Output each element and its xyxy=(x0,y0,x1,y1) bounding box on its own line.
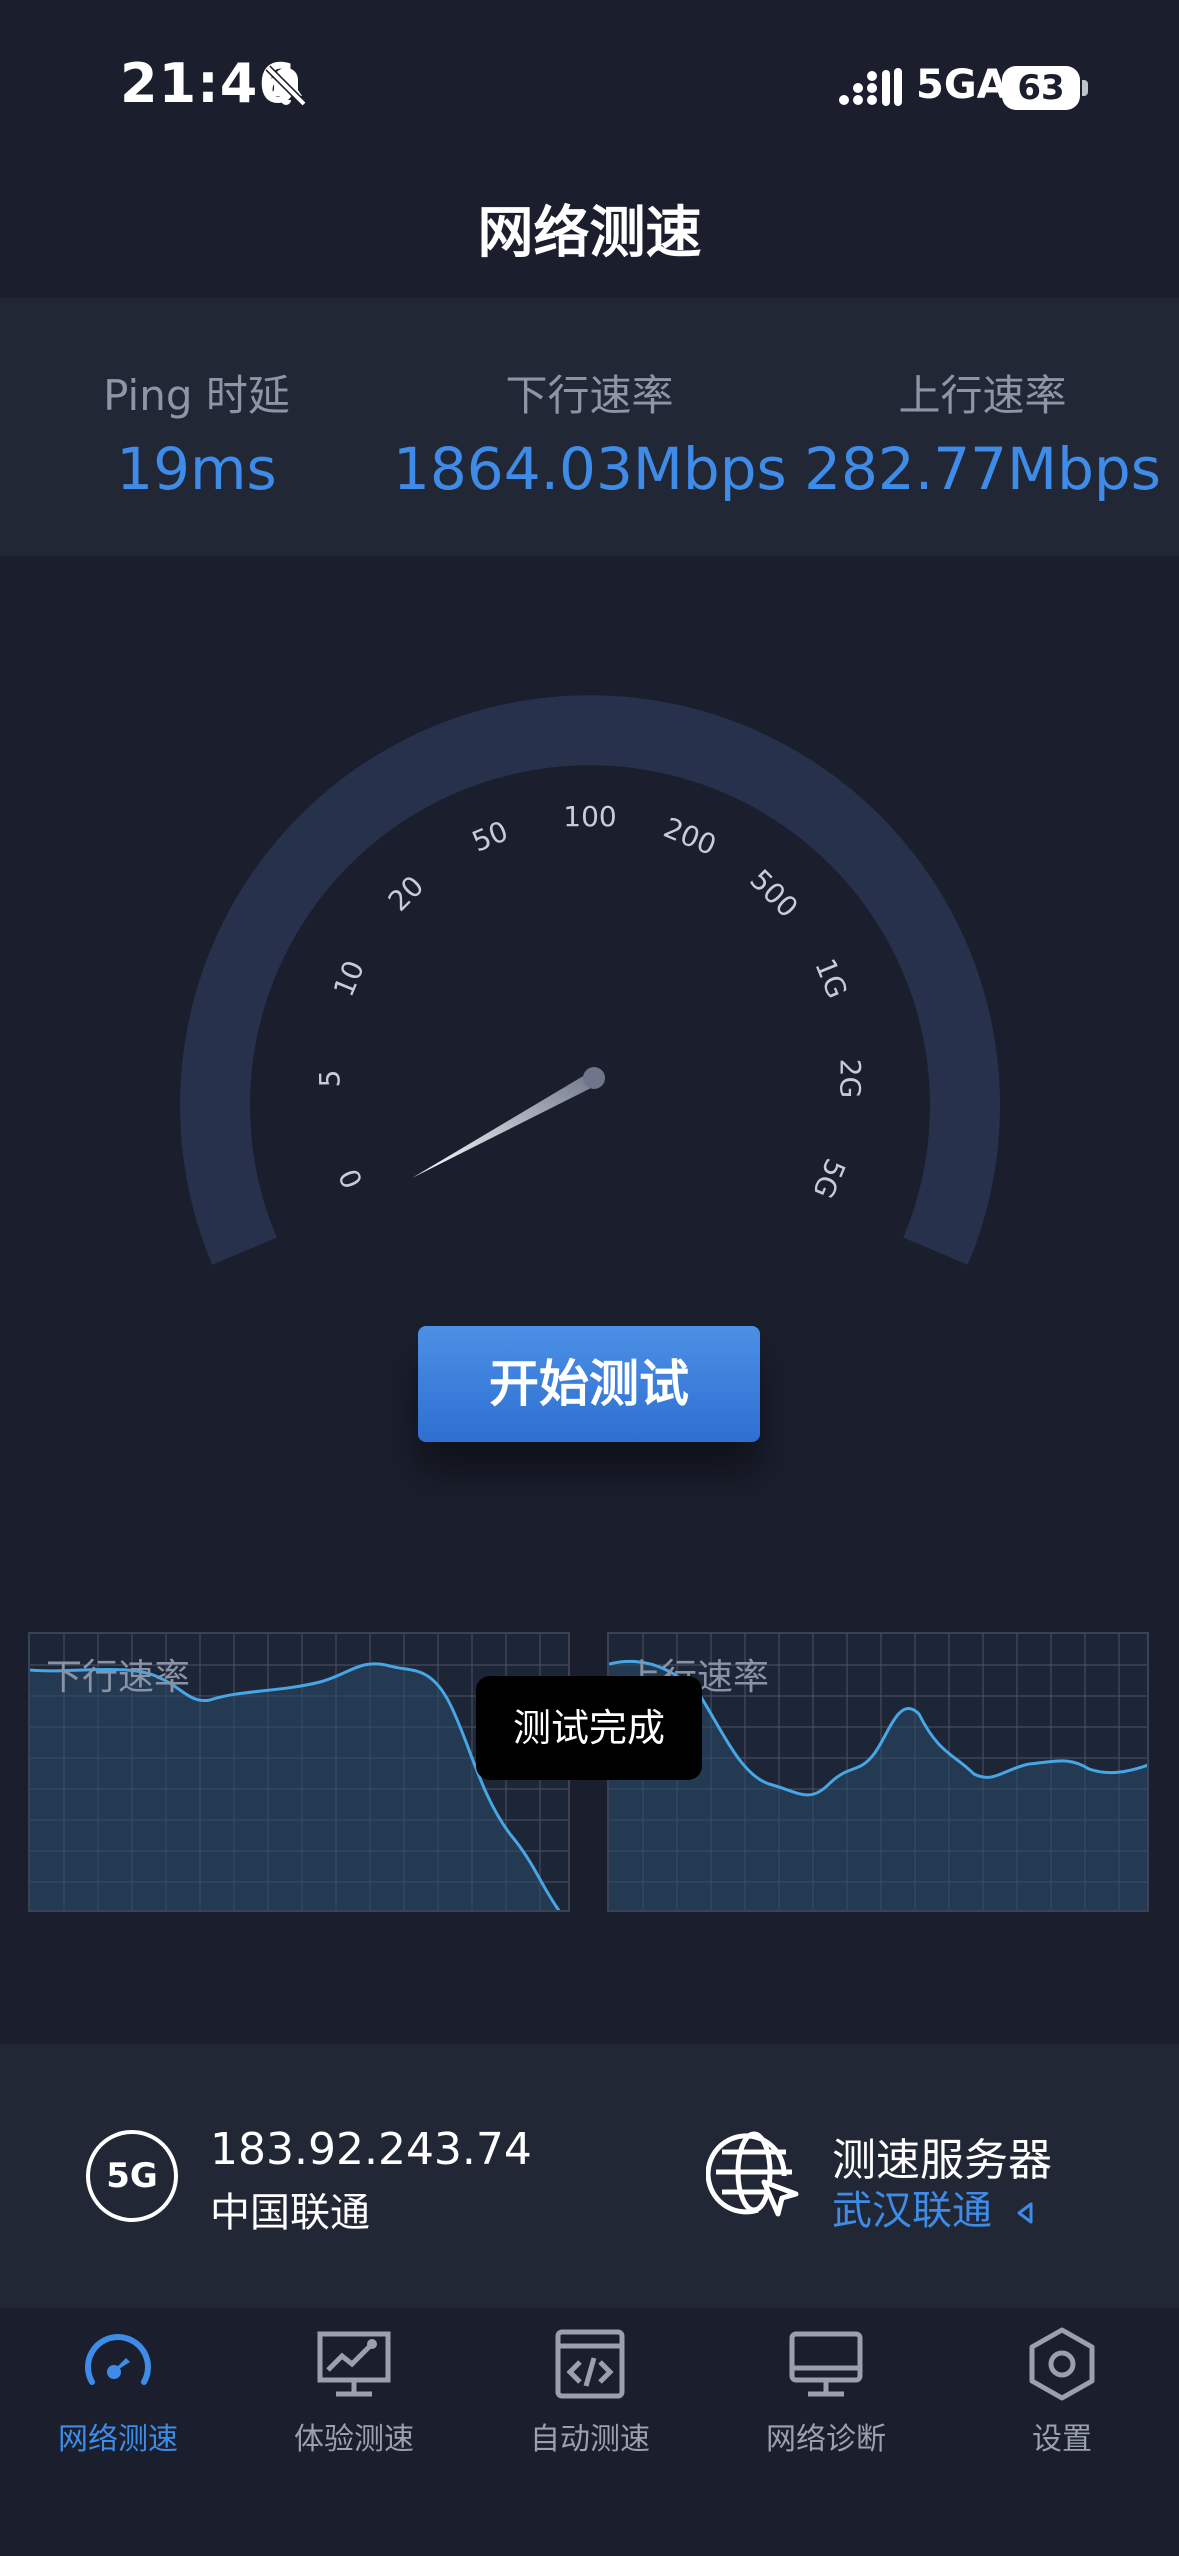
gauge-needle xyxy=(412,1072,599,1178)
gauge-needle-hub xyxy=(583,1067,605,1089)
server-name: 武汉联通 xyxy=(832,2188,992,2234)
ip-address: 183.92.243.74 xyxy=(210,2124,532,2175)
gauge-svg xyxy=(180,695,1000,1265)
ping-value: 19ms xyxy=(116,435,277,503)
code-window-icon xyxy=(555,2329,625,2399)
download-stat: 下行速率 1864.03Mbps xyxy=(393,362,787,503)
monitor-icon xyxy=(789,2331,863,2397)
download-chart-label: 下行速率 xyxy=(46,1657,191,1698)
hexagon-gear-icon xyxy=(1029,2327,1095,2401)
tab-network-speed[interactable]: 网络测速 xyxy=(0,2324,236,2458)
tab-network-diagnosis[interactable]: 网络诊断 xyxy=(708,2324,944,2458)
tab-settings[interactable]: 设置 xyxy=(944,2324,1179,2458)
bell-muted-icon xyxy=(265,65,307,107)
stats-panel: Ping 时延 19ms 下行速率 1864.03Mbps 上行速率 282.7… xyxy=(0,298,1179,556)
gauge-tick-label: 5 xyxy=(313,1069,347,1088)
globe-cursor-icon[interactable] xyxy=(706,2124,802,2220)
download-label: 下行速率 xyxy=(505,371,674,420)
tab-experience-speed[interactable]: 体验测速 xyxy=(236,2324,472,2458)
tab-label-experience-speed: 体验测速 xyxy=(294,2422,414,2457)
battery-icon: 63 xyxy=(1002,66,1080,110)
chart-monitor-icon xyxy=(317,2331,391,2397)
upload-label: 上行速率 xyxy=(898,371,1067,420)
tab-label-network-speed: 网络测速 xyxy=(58,2422,178,2457)
network-5g-badge: 5G xyxy=(86,2130,178,2222)
tab-label-auto-speed: 自动测速 xyxy=(530,2422,650,2457)
gauge-tick-label: 100 xyxy=(563,800,617,833)
download-value: 1864.03Mbps xyxy=(393,435,787,503)
tab-auto-speed[interactable]: 自动测速 xyxy=(472,2324,708,2458)
start-test-button[interactable]: 开始测试 xyxy=(418,1326,760,1442)
ping-stat: Ping 时延 19ms xyxy=(0,362,393,503)
battery-tip xyxy=(1082,80,1088,96)
network-type: 5GA xyxy=(916,62,1008,108)
toast-test-complete: 测试完成 xyxy=(476,1676,702,1780)
upload-value: 282.77Mbps xyxy=(804,435,1161,503)
upload-stat: 上行速率 282.77Mbps xyxy=(786,362,1179,503)
caret-left-icon xyxy=(1017,2202,1033,2224)
speed-gauge: 0 5 10 20 50 100 200 500 1G 2G 5G xyxy=(180,680,1000,1300)
isp-name: 中国联通 xyxy=(210,2190,370,2236)
gauge-tick-label: 2G xyxy=(833,1058,867,1099)
ping-label: Ping 时延 xyxy=(103,371,290,420)
tab-label-settings: 设置 xyxy=(1032,2422,1092,2457)
server-selector[interactable]: 武汉联通 xyxy=(832,2178,1035,2236)
signal-icon xyxy=(839,68,902,106)
tab-label-network-diagnosis: 网络诊断 xyxy=(766,2422,886,2457)
page-title: 网络测速 xyxy=(477,201,702,266)
speedometer-icon xyxy=(85,2334,151,2385)
